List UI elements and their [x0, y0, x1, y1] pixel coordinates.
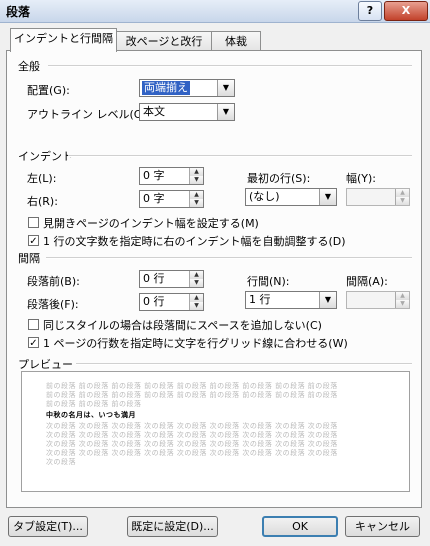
help-button[interactable]: ?	[358, 1, 382, 21]
mirror-indent-label: 見開きページのインデント幅を設定する(M)	[43, 217, 259, 230]
spin-buttons[interactable]: ▲ ▼	[189, 271, 203, 287]
preview-line: 次の段落 次の段落 次の段落 次の段落 次の段落 次の段落 次の段落 次の段落 …	[46, 440, 338, 448]
general-heading: 全般	[18, 60, 40, 73]
tab-indent-spacing[interactable]: インデントと行間隔	[10, 28, 117, 52]
spin-up-icon[interactable]: ▲	[189, 168, 203, 176]
outline-level-select[interactable]: 本文 ▼	[139, 103, 235, 121]
spin-down-icon[interactable]: ▼	[189, 302, 203, 310]
right-indent-spinner[interactable]: 0 字 ▲ ▼	[139, 190, 204, 208]
space-before-value: 0 行	[143, 272, 165, 285]
auto-adjust-checkbox[interactable]: ✓	[28, 235, 39, 247]
spin-up-icon[interactable]: ▲	[395, 189, 409, 197]
auto-adjust-label: 1 行の文字数を指定時に右のインデント幅を自動調整する(D)	[43, 235, 346, 248]
spin-down-icon[interactable]: ▼	[395, 300, 409, 308]
indent-width-label: 幅(Y):	[346, 172, 377, 185]
snap-to-grid-label: 1 ページの行数を指定時に文字を行グリッド線に合わせる(W)	[43, 337, 348, 350]
spin-buttons[interactable]: ▲ ▼	[395, 189, 409, 205]
set-as-default-button[interactable]: 既定に設定(D)...	[127, 516, 218, 537]
preview-current-paragraph: 中秋の名月は、いつも満月	[46, 411, 136, 419]
spin-down-icon[interactable]: ▼	[395, 197, 409, 205]
chevron-down-icon[interactable]: ▼	[217, 104, 234, 120]
preview-heading: プレビュー	[18, 358, 73, 371]
spin-buttons[interactable]: ▲ ▼	[395, 292, 409, 308]
chevron-down-icon[interactable]: ▼	[319, 189, 336, 205]
alignment-label: 配置(G):	[27, 84, 70, 97]
no-space-same-style-label: 同じスタイルの場合は段落間にスペースを追加しない(C)	[43, 319, 322, 332]
chevron-down-icon[interactable]: ▼	[217, 80, 234, 96]
first-line-value: (なし)	[249, 190, 280, 203]
left-indent-spinner[interactable]: 0 字 ▲ ▼	[139, 167, 204, 185]
preview-line: 次の段落 次の段落 次の段落 次の段落 次の段落 次の段落 次の段落 次の段落 …	[46, 449, 338, 457]
space-after-value: 0 行	[143, 295, 165, 308]
preview-line: 前の段落 前の段落 前の段落 前の段落 前の段落 前の段落 前の段落 前の段落 …	[46, 382, 338, 390]
preview-divider	[76, 363, 412, 365]
close-button[interactable]: X	[384, 1, 428, 21]
spin-down-icon[interactable]: ▼	[189, 199, 203, 207]
chevron-down-icon[interactable]: ▼	[319, 292, 336, 308]
spin-down-icon[interactable]: ▼	[189, 279, 203, 287]
indent-divider	[68, 155, 412, 157]
preview-box: 前の段落 前の段落 前の段落 前の段落 前の段落 前の段落 前の段落 前の段落 …	[21, 371, 410, 492]
preview-line: 次の段落	[46, 458, 76, 466]
spacing-heading: 間隔	[18, 252, 40, 265]
alignment-select[interactable]: 両端揃え ▼	[139, 79, 235, 97]
tab-asian-typography[interactable]: 体裁	[211, 31, 261, 51]
ok-button[interactable]: OK	[262, 516, 338, 537]
outline-level-value: 本文	[143, 105, 165, 118]
line-spacing-label: 行間(N):	[247, 275, 290, 288]
line-spacing-select[interactable]: 1 行 ▼	[245, 291, 337, 309]
left-indent-label: 左(L):	[27, 172, 57, 185]
outline-level-label: アウトライン レベル(O):	[27, 108, 151, 121]
alignment-value: 両端揃え	[142, 81, 190, 95]
space-after-label: 段落後(F):	[27, 298, 79, 311]
preview-line: 次の段落 次の段落 次の段落 次の段落 次の段落 次の段落 次の段落 次の段落 …	[46, 422, 338, 430]
line-spacing-value: 1 行	[249, 293, 271, 306]
cancel-button[interactable]: キャンセル	[345, 516, 420, 537]
spin-buttons[interactable]: ▲ ▼	[189, 191, 203, 207]
spin-up-icon[interactable]: ▲	[395, 292, 409, 300]
checkmark-icon: ✓	[29, 338, 38, 349]
general-divider	[48, 65, 412, 67]
space-before-label: 段落前(B):	[27, 275, 80, 288]
indent-width-spinner[interactable]: ▲ ▼	[346, 188, 410, 206]
spin-up-icon[interactable]: ▲	[189, 294, 203, 302]
checkmark-icon: ✓	[29, 236, 38, 247]
preview-line: 前の段落 前の段落 前の段落 前の段落 前の段落 前の段落 前の段落 前の段落 …	[46, 391, 338, 399]
preview-line: 次の段落 次の段落 次の段落 次の段落 次の段落 次の段落 次の段落 次の段落 …	[46, 431, 338, 439]
preview-line: 前の段落 前の段落 前の段落	[46, 400, 142, 408]
spacing-divider	[46, 257, 412, 259]
title-bar: 段落 ? X	[0, 0, 430, 23]
window-title: 段落	[6, 5, 31, 19]
tab-line-page-breaks[interactable]: 改ページと改行	[116, 31, 212, 51]
no-space-same-style-checkbox[interactable]	[28, 319, 39, 330]
right-indent-value: 0 字	[143, 192, 165, 205]
mirror-indent-checkbox[interactable]	[28, 217, 39, 228]
spacing-at-label: 間隔(A):	[346, 275, 388, 288]
spacing-at-spinner[interactable]: ▲ ▼	[346, 291, 410, 309]
right-indent-label: 右(R):	[27, 195, 58, 208]
spin-up-icon[interactable]: ▲	[189, 191, 203, 199]
snap-to-grid-checkbox[interactable]: ✓	[28, 337, 39, 349]
spin-buttons[interactable]: ▲ ▼	[189, 294, 203, 310]
space-before-spinner[interactable]: 0 行 ▲ ▼	[139, 270, 204, 288]
first-line-label: 最初の行(S):	[247, 172, 311, 185]
spin-down-icon[interactable]: ▼	[189, 176, 203, 184]
first-line-select[interactable]: (なし) ▼	[245, 188, 337, 206]
spin-buttons[interactable]: ▲ ▼	[189, 168, 203, 184]
tabs-settings-button[interactable]: タブ設定(T)...	[8, 516, 88, 537]
space-after-spinner[interactable]: 0 行 ▲ ▼	[139, 293, 204, 311]
left-indent-value: 0 字	[143, 169, 165, 182]
spin-up-icon[interactable]: ▲	[189, 271, 203, 279]
indent-heading: インデント	[18, 150, 73, 163]
